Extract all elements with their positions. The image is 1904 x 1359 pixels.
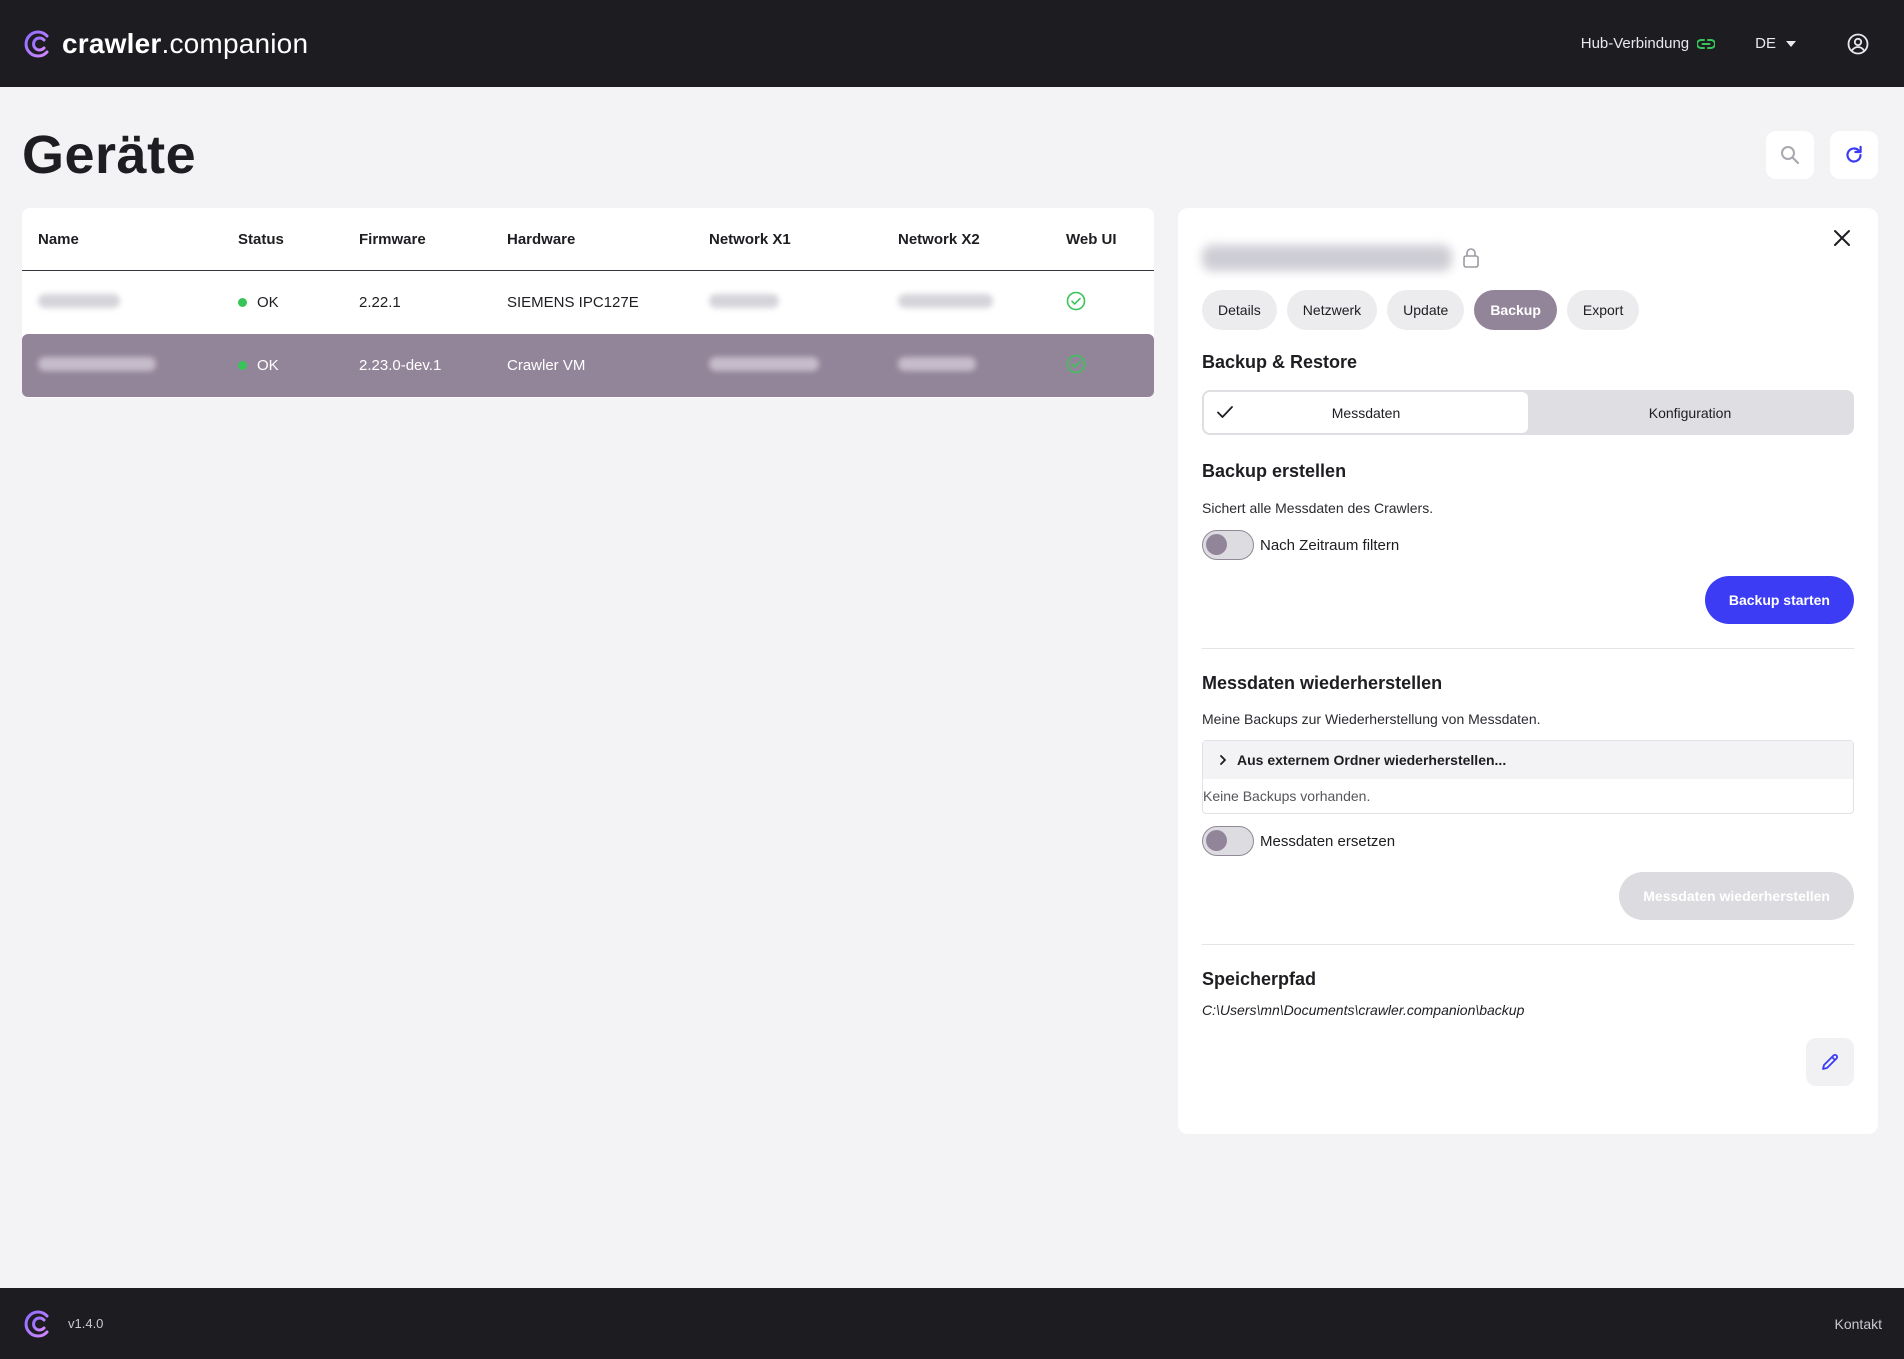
search-icon: [1781, 146, 1800, 165]
chevron-right-icon: [1220, 755, 1226, 765]
device-detail-panel: Details Netzwerk Update Backup Export Ba…: [1178, 208, 1878, 1134]
panel-header: [1202, 208, 1854, 288]
hardware-cell: SIEMENS IPC127E: [507, 294, 639, 311]
replace-data-label: Messdaten ersetzen: [1260, 832, 1396, 850]
restore-data-button[interactable]: Messdaten wiederherstellen: [1619, 872, 1854, 920]
status-text: OK: [257, 294, 279, 311]
storage-path-value: C:\Users\mn\Documents\crawler.companion\…: [1202, 1002, 1525, 1018]
devices-table: Name Status Firmware Hardware Network X1…: [22, 208, 1154, 398]
contact-link[interactable]: Kontakt: [1835, 1316, 1882, 1332]
firmware-cell: 2.22.1: [359, 294, 401, 311]
network-x2-redacted: [882, 293, 1050, 312]
column-header-name[interactable]: Name: [22, 231, 222, 248]
panel-tabs: Details Netzwerk Update Backup Export: [1202, 290, 1854, 330]
network-x1-redacted: [693, 356, 882, 375]
device-name-redacted: [22, 293, 222, 312]
external-folder-accordion-header[interactable]: Aus externem Ordner wiederherstellen...: [1203, 741, 1853, 779]
hardware-cell: Crawler VM: [507, 357, 586, 374]
device-title-redacted: [1202, 245, 1452, 271]
filter-by-period-toggle-row: Nach Zeitraum filtern: [1202, 530, 1854, 560]
device-name-redacted: [22, 356, 222, 375]
refresh-icon: [1846, 145, 1862, 163]
language-select[interactable]: DE: [1755, 35, 1796, 52]
external-folder-accordion: Aus externem Ordner wiederherstellen... …: [1202, 740, 1854, 814]
status-text: OK: [257, 357, 279, 374]
check-icon: [1217, 406, 1233, 418]
segment-messdaten-label: Messdaten: [1331, 404, 1401, 421]
filter-by-period-label: Nach Zeitraum filtern: [1260, 536, 1400, 554]
restore-title: Messdaten wiederherstellen: [1202, 673, 1443, 693]
column-header-status[interactable]: Status: [222, 231, 343, 248]
web-ui-link[interactable]: [1050, 354, 1150, 378]
filter-by-period-toggle[interactable]: [1202, 530, 1254, 560]
user-account-icon[interactable]: [1846, 32, 1870, 56]
data-type-segmented-control: Messdaten Konfiguration: [1202, 390, 1854, 435]
edit-path-button[interactable]: [1806, 1038, 1854, 1086]
storage-path-title: Speicherpfad: [1202, 969, 1317, 989]
tab-export[interactable]: Export: [1566, 290, 1640, 330]
app-version: v1.4.0: [68, 1316, 104, 1331]
table-row-selected[interactable]: OK 2.23.0-dev.1 Crawler VM: [22, 334, 1154, 397]
status-ok-dot: [238, 361, 247, 370]
backup-create-title: Backup erstellen: [1202, 461, 1347, 481]
tab-details[interactable]: Details: [1202, 290, 1277, 330]
backup-description: Sichert alle Messdaten des Crawlers.: [1202, 500, 1434, 516]
close-icon[interactable]: [1830, 226, 1854, 250]
tab-network[interactable]: Netzwerk: [1286, 290, 1378, 330]
top-bar: crawler.companion Hub-Verbindung DE: [0, 0, 1904, 87]
footer: v1.4.0 Kontakt: [0, 1288, 1904, 1359]
hub-connection-label: Hub-Verbindung: [1580, 35, 1690, 52]
language-label: DE: [1755, 35, 1776, 52]
pencil-icon: [1822, 1054, 1838, 1070]
segment-konfiguration[interactable]: Konfiguration: [1528, 392, 1852, 433]
replace-data-toggle[interactable]: [1202, 826, 1254, 856]
hub-connection[interactable]: Hub-Verbindung: [1580, 35, 1716, 52]
column-header-network-x1[interactable]: Network X1: [693, 231, 882, 248]
caret-down-icon: [1786, 40, 1796, 47]
logo-icon: [24, 30, 49, 57]
link-icon: [1697, 38, 1716, 49]
table-row[interactable]: OK 2.22.1 SIEMENS IPC127E: [22, 271, 1154, 334]
status-cell: OK: [222, 294, 343, 311]
check-circle-icon: [1066, 291, 1086, 310]
search-button[interactable]: [1766, 131, 1814, 179]
check-circle-icon: [1066, 354, 1086, 373]
web-ui-link[interactable]: [1050, 291, 1150, 315]
app-logo[interactable]: crawler.companion: [22, 28, 308, 60]
firmware-cell: 2.23.0-dev.1: [359, 357, 442, 374]
refresh-button[interactable]: [1830, 131, 1878, 179]
column-header-web-ui[interactable]: Web UI: [1050, 231, 1150, 248]
status-ok-dot: [238, 298, 247, 307]
no-backups-text: Keine Backups vorhanden.: [1203, 788, 1371, 804]
segment-messdaten[interactable]: Messdaten: [1204, 392, 1528, 433]
divider: [1202, 648, 1854, 649]
column-header-firmware[interactable]: Firmware: [343, 231, 491, 248]
status-cell: OK: [222, 357, 343, 374]
backup-restore-title: Backup & Restore: [1202, 352, 1358, 372]
network-x2-redacted: [882, 356, 1050, 375]
tab-update[interactable]: Update: [1387, 290, 1465, 330]
column-header-hardware[interactable]: Hardware: [491, 231, 693, 248]
external-folder-label: Aus externem Ordner wiederherstellen...: [1237, 752, 1507, 768]
segment-konfiguration-label: Konfiguration: [1648, 404, 1732, 421]
network-x1-redacted: [693, 293, 882, 312]
lock-icon: [1463, 248, 1479, 268]
start-backup-button[interactable]: Backup starten: [1704, 576, 1854, 624]
page-title: Geräte: [22, 125, 197, 185]
tab-backup[interactable]: Backup: [1474, 290, 1557, 330]
logo-text: crawler.companion: [62, 27, 309, 59]
replace-data-toggle-row: Messdaten ersetzen: [1202, 826, 1854, 856]
column-header-network-x2[interactable]: Network X2: [882, 231, 1050, 248]
divider: [1202, 944, 1854, 945]
restore-description: Meine Backups zur Wiederherstellung von …: [1202, 711, 1541, 727]
table-header: Name Status Firmware Hardware Network X1…: [22, 208, 1154, 271]
logo-icon: [24, 1310, 49, 1337]
